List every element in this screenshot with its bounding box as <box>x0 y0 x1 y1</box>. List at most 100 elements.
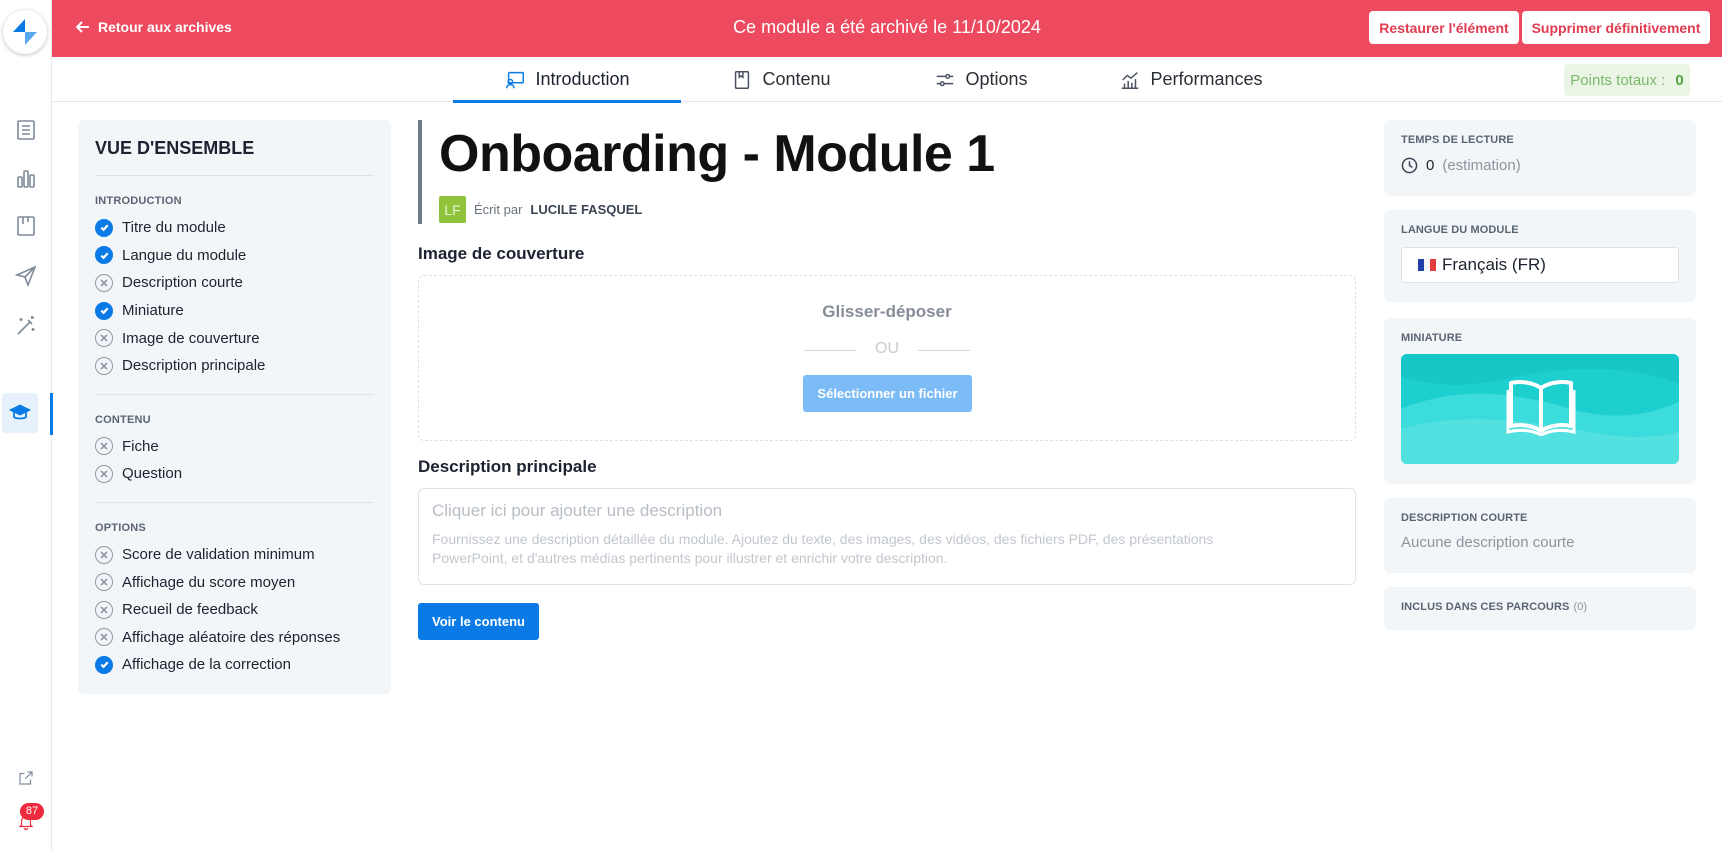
tab-introduction[interactable]: Introduction <box>453 57 681 103</box>
points-value: 0 <box>1675 71 1684 89</box>
reading-time-card: TEMPS DE LECTURE 0 (estimation) <box>1384 120 1696 196</box>
tab-contenu[interactable]: Contenu <box>681 57 881 102</box>
description-label: Description principale <box>418 457 597 476</box>
logo-icon[interactable] <box>0 4 50 60</box>
checklist-item[interactable]: Description principale <box>95 352 374 380</box>
checklist-item[interactable]: Score de validation minimum <box>95 541 374 569</box>
restore-button[interactable]: Restaurer l'élément <box>1369 11 1519 44</box>
checklist-item[interactable]: Question <box>95 460 374 488</box>
check-circle-icon <box>95 218 113 237</box>
reading-time-row: 0 (estimation) <box>1401 157 1679 174</box>
clock-icon <box>1401 157 1418 174</box>
checklist-item-label: Fiche <box>122 437 159 455</box>
checklist-item-label: Recueil de feedback <box>122 601 258 619</box>
tab-performances[interactable]: Performances <box>1081 57 1301 102</box>
thumbnail-image[interactable] <box>1401 354 1679 464</box>
x-circle-icon <box>95 573 113 592</box>
tab-options[interactable]: Options <box>881 57 1081 102</box>
section-divider <box>95 393 374 395</box>
tab-label: Contenu <box>762 69 831 89</box>
author-name: LUCILE FASQUEL <box>530 202 643 217</box>
checklist-item[interactable]: Affichage de la correction <box>95 651 374 679</box>
avatar: LF <box>439 196 466 223</box>
overview-title: VUE D'ENSEMBLE <box>95 138 255 158</box>
included-paths-count: (0) <box>1573 601 1588 613</box>
drop-title: Glisser-déposer <box>822 302 952 321</box>
x-circle-icon <box>95 600 113 619</box>
author-prefix: Écrit par <box>474 202 523 217</box>
board-icon[interactable] <box>0 206 52 246</box>
x-circle-icon <box>95 273 113 292</box>
checklist-item-label: Description principale <box>122 357 266 375</box>
checklist-item-label: Question <box>122 465 183 483</box>
overview-section-title: CONTENU <box>95 413 151 426</box>
checklist-item-label: Affichage aléatoire des réponses <box>122 628 341 646</box>
section-divider <box>95 175 374 176</box>
checklist-item-label: Image de couverture <box>122 329 260 347</box>
magic-wand-icon[interactable] <box>0 306 52 346</box>
checklist-item[interactable]: Fiche <box>95 433 374 461</box>
language-label: LANGUE DU MODULE <box>1401 224 1519 236</box>
checklist-item-label: Description courte <box>122 274 243 292</box>
checklist-item-label: Langue du module <box>122 246 247 264</box>
checklist-item[interactable]: Langue du module <box>95 242 374 270</box>
bar-chart-icon[interactable] <box>0 158 52 198</box>
thumbnail-label: MINIATURE <box>1401 332 1463 344</box>
included-paths-title: INCLUS DANS CES PARCOURS <box>1401 601 1570 613</box>
book-icon <box>735 70 750 89</box>
points-label: Points totaux : <box>1570 71 1666 89</box>
checklist-item[interactable]: Affichage du score moyen <box>95 568 374 596</box>
tab-label: Performances <box>1150 69 1263 89</box>
tab-bar: Introduction Contenu Options Performance… <box>52 57 1722 103</box>
checklist-item-label: Miniature <box>122 302 184 320</box>
description-editor[interactable]: Cliquer ici pour ajouter une description… <box>418 488 1356 585</box>
presentation-icon <box>506 71 525 88</box>
included-paths-label: INCLUS DANS CES PARCOURS (0) <box>1401 601 1679 613</box>
checklist-item[interactable]: Description courte <box>95 269 374 297</box>
send-icon[interactable] <box>0 256 52 296</box>
external-link-icon[interactable] <box>0 758 52 798</box>
checklist-item[interactable]: Image de couverture <box>95 324 374 352</box>
notification-badge: 87 <box>20 803 44 820</box>
check-circle-icon <box>95 301 113 320</box>
graduation-cap-icon[interactable] <box>2 393 38 433</box>
overview-panel: VUE D'ENSEMBLE INTRODUCTION Titre du modu… <box>78 120 391 694</box>
cover-image-label: Image de couverture <box>418 244 585 263</box>
select-file-button[interactable]: Sélectionner un fichier <box>803 375 972 412</box>
included-paths-card[interactable]: INCLUS DANS CES PARCOURS (0) <box>1384 587 1696 630</box>
module-title: Onboarding - Module 1 <box>439 125 995 183</box>
x-circle-icon <box>95 329 113 348</box>
checklist-item-label: Affichage de la correction <box>122 656 291 674</box>
reading-time-note: (estimation) <box>1442 157 1521 174</box>
overview-section-title: OPTIONS <box>95 521 146 534</box>
short-description-label: DESCRIPTION COURTE <box>1401 512 1528 524</box>
description-help: Fournissez une description détaillée du … <box>432 531 1214 566</box>
divider <box>918 350 970 351</box>
tab-label: Introduction <box>535 69 630 89</box>
sliders-icon <box>937 73 954 86</box>
language-select[interactable]: Français (FR) <box>1401 247 1679 283</box>
chart-icon <box>1122 71 1139 89</box>
cover-dropzone[interactable]: Glisser-déposer OU Sélectionner un fichi… <box>418 275 1356 441</box>
overview-checklist: INTRODUCTION Titre du module Langue du mod… <box>95 175 374 679</box>
short-description-card: DESCRIPTION COURTE Aucune description co… <box>1384 498 1696 573</box>
reading-time-value: 0 <box>1426 157 1435 174</box>
reading-time-label: TEMPS DE LECTURE <box>1401 134 1514 146</box>
check-circle-icon <box>95 246 113 265</box>
description-placeholder: Cliquer ici pour ajouter une description <box>432 501 723 520</box>
check-circle-icon <box>95 655 113 674</box>
language-value: Français (FR) <box>1442 255 1546 274</box>
delete-permanently-button[interactable]: Supprimer définitivement <box>1522 11 1710 44</box>
tab-label: Options <box>965 69 1028 89</box>
checklist-item[interactable]: Recueil de feedback <box>95 596 374 624</box>
left-rail: 87 <box>0 0 53 851</box>
document-icon[interactable] <box>0 110 52 150</box>
x-circle-icon <box>95 356 113 375</box>
view-content-button[interactable]: Voir le contenu <box>418 603 539 640</box>
checklist-item[interactable]: Miniature <box>95 297 374 325</box>
total-points: Points totaux : 0 <box>1564 64 1690 96</box>
checklist-item[interactable]: Affichage aléatoire des réponses <box>95 624 374 652</box>
checklist-item[interactable]: Titre du module <box>95 214 374 242</box>
